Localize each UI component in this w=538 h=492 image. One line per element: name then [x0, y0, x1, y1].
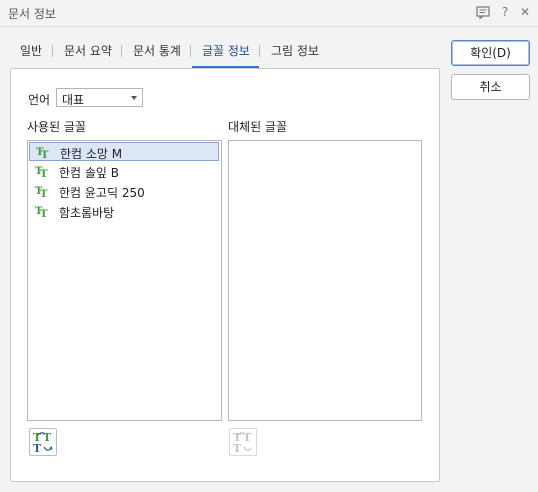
- tab-divider: [190, 45, 191, 57]
- list-item[interactable]: T T 한컴 윤고딕 250: [29, 182, 219, 201]
- svg-text:T: T: [233, 442, 242, 455]
- replaced-fonts-label: 대체된 글꼴: [228, 120, 288, 134]
- svg-text:T: T: [33, 442, 42, 455]
- tab-divider: [52, 45, 53, 57]
- active-tab-indicator: [192, 66, 259, 68]
- font-name: 한컴 윤고딕 250: [59, 186, 145, 200]
- truetype-font-icon: T T: [36, 147, 49, 159]
- tab-image-info[interactable]: 그림 정보: [271, 41, 319, 69]
- list-item[interactable]: T T 함초롬바탕: [29, 202, 219, 221]
- svg-text:T: T: [40, 209, 48, 218]
- font-replace-icon: T T T: [233, 431, 252, 455]
- tab-font-info[interactable]: 글꼴 정보: [202, 41, 250, 69]
- font-replace-icon: T T T: [33, 431, 53, 455]
- svg-text:T: T: [41, 150, 49, 159]
- truetype-font-icon: T T: [35, 206, 48, 218]
- tab-doc-summary[interactable]: 문서 요약: [64, 41, 112, 69]
- replaced-fonts-list[interactable]: [228, 140, 422, 421]
- language-selected-value: 대표: [62, 93, 85, 107]
- truetype-font-icon: T T: [35, 166, 48, 178]
- used-fonts-list[interactable]: T T 한컴 소망 M T T 한컴 솔잎 B T T 한컴 윤고딕 250 T…: [27, 140, 222, 421]
- window-title: 문서 정보: [8, 7, 56, 21]
- memo-icon[interactable]: [474, 3, 492, 21]
- font-name: 한컴 솔잎 B: [59, 166, 120, 180]
- language-select[interactable]: 대표: [56, 88, 143, 107]
- language-label: 언어: [28, 93, 51, 107]
- tab-general[interactable]: 일반: [20, 41, 42, 69]
- replace-font-button[interactable]: T T T: [29, 428, 57, 456]
- list-item[interactable]: T T 한컴 소망 M: [29, 142, 219, 161]
- truetype-font-icon: T T: [35, 186, 48, 198]
- svg-text:T: T: [40, 189, 48, 198]
- font-name: 함초롬바탕: [59, 206, 115, 220]
- chevron-down-icon: [131, 96, 137, 100]
- tab-divider: [259, 45, 260, 57]
- cancel-button[interactable]: 취소: [451, 74, 530, 100]
- replace-font-button-disabled: T T T: [229, 428, 257, 456]
- title-bar: 문서 정보 ? ✕: [0, 0, 538, 27]
- used-fonts-label: 사용된 글꼴: [27, 120, 87, 134]
- svg-text:T: T: [40, 169, 48, 178]
- font-name: 한컴 소망 M: [60, 147, 123, 161]
- ok-button[interactable]: 확인(D): [451, 40, 530, 66]
- list-item[interactable]: T T 한컴 솔잎 B: [29, 162, 219, 181]
- tab-doc-stats[interactable]: 문서 통계: [133, 41, 181, 69]
- help-button[interactable]: ?: [496, 3, 514, 21]
- close-button[interactable]: ✕: [516, 3, 534, 21]
- tab-divider: [121, 45, 122, 57]
